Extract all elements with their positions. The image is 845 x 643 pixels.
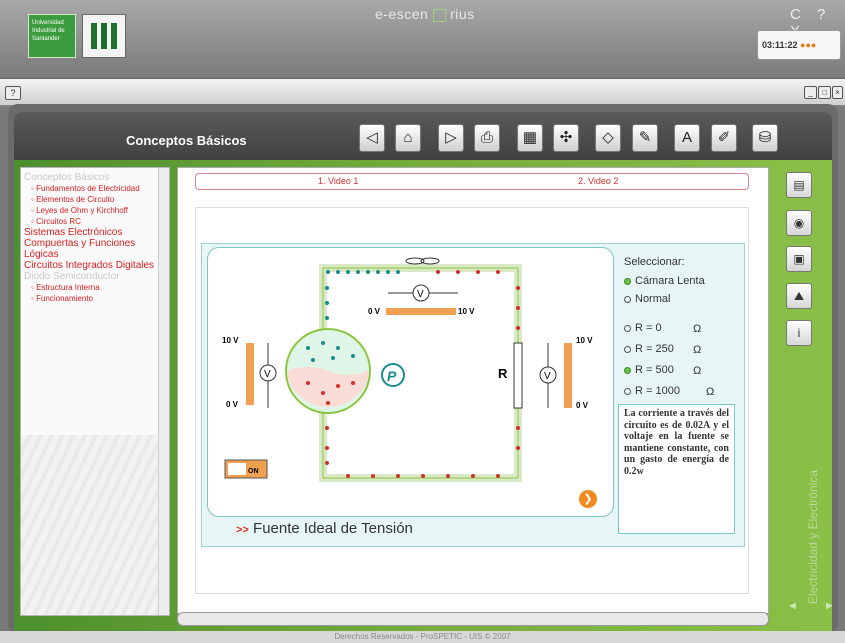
sidebar-item[interactable]: Compuertas y Funciones Lógicas (21, 238, 157, 260)
ohm-unit: Ω (706, 386, 715, 398)
description-box: La corriente a través del circuito es de… (618, 404, 735, 534)
home-icon[interactable]: ⌂ (395, 124, 421, 152)
svg-text:10 V: 10 V (576, 336, 593, 345)
speed-option-normal[interactable]: Normal (624, 293, 670, 305)
calculator-icon[interactable]: ▦ (517, 124, 543, 152)
sidebar-item[interactable]: ◦ Leyes de Ohm y Kirchhoff (21, 205, 157, 216)
sidebar-item[interactable]: Sistemas Electrónicos (21, 227, 157, 238)
save-icon[interactable]: ⛁ (752, 124, 778, 152)
pen-icon[interactable]: ✐ (711, 124, 737, 152)
radio-icon (624, 366, 631, 374)
ohm-unit: Ω (693, 344, 702, 356)
sidebar-item[interactable]: ◦ Elementos de Circuito (21, 194, 157, 205)
ohm-unit: Ω (693, 323, 702, 335)
video-tabs: 1. Video 1 2. Video 2 (195, 173, 749, 190)
page-title: Conceptos Básicos (126, 133, 247, 148)
sidebar-item[interactable]: ◦ Circuitos RC (21, 216, 157, 227)
r-option-0[interactable]: R = 0 (624, 322, 662, 334)
app-brand: e-escen (375, 6, 429, 22)
sidebar-scrollbar[interactable] (158, 168, 169, 615)
speed-option-slow[interactable]: Cámara Lenta (624, 275, 705, 287)
tab-video-2[interactable]: 2. Video 2 (578, 176, 618, 186)
back-icon[interactable]: ◁ (359, 124, 385, 152)
university-logo: Universidad Industrial de Santander (28, 14, 76, 58)
footer: Derechos Reservados - ProSPETIC - UIS © … (0, 631, 845, 643)
video-icon[interactable]: ▣ (786, 246, 812, 272)
next-arrow-icon[interactable]: ❯ (579, 490, 597, 508)
resistor-label: R (498, 366, 508, 381)
image-icon[interactable]: ⛰ (786, 283, 812, 309)
radio-icon (624, 295, 631, 303)
help-button[interactable]: ? (5, 86, 21, 100)
app-title: e-escen rius (375, 6, 475, 22)
select-label: Seleccionar: (624, 256, 685, 268)
svg-text:V: V (264, 369, 271, 380)
clock-widget: 03:11:22 ●●● (757, 30, 841, 60)
sidebar-item[interactable]: Diodo Semiconductor (21, 271, 157, 282)
text-icon[interactable]: A (674, 124, 700, 152)
page-arrows[interactable]: ◄► (787, 600, 845, 612)
radio-icon (624, 387, 631, 395)
bottom-scrollbar[interactable] (177, 612, 769, 626)
r-option-250[interactable]: R = 250 (624, 343, 674, 355)
eraser-icon[interactable]: ◇ (595, 124, 621, 152)
tab-video-1[interactable]: 1. Video 1 (318, 176, 358, 186)
r-option-1000[interactable]: R = 1000 (624, 385, 680, 397)
top-voltmeter-label: V (417, 289, 424, 300)
circuit-svg: V 0 V 10 V P V 10 V 0 V R V 10 V 0 V ON (222, 257, 593, 482)
ohm-unit: Ω (693, 365, 702, 377)
sidebar-item[interactable]: ◦ Funcionamiento (21, 293, 157, 304)
sidebar-item[interactable]: ◦ Fundamentos de Electricidad (21, 183, 157, 194)
tool-strip (0, 78, 845, 106)
maximize-icon[interactable]: □ (818, 86, 831, 99)
document-icon[interactable]: ▤ (786, 172, 812, 198)
radio-icon (624, 345, 631, 353)
uis-logo (82, 14, 126, 58)
network-icon[interactable]: ✣ (553, 124, 579, 152)
power-switch-label: ON (248, 468, 259, 475)
close-icon[interactable]: × (832, 86, 843, 99)
svg-text:V: V (544, 371, 551, 382)
svg-text:0 V: 0 V (576, 401, 589, 410)
app-brand-suffix: rius (450, 6, 475, 22)
minimize-icon[interactable]: _ (804, 86, 817, 99)
power-indicator: P (387, 368, 397, 384)
info-icon[interactable]: i (786, 320, 812, 346)
circuit-diagram: V 0 V 10 V P V 10 V 0 V R V 10 V 0 V ON (207, 247, 614, 517)
audio-icon[interactable]: ◉ (786, 210, 812, 236)
sidebar-item[interactable]: Circuitos Integrados Digitales (21, 260, 157, 271)
simulation-title: >> Fuente Ideal de Tensión (236, 520, 413, 537)
svg-text:0 V: 0 V (368, 307, 381, 316)
university-logo-text: Universidad Industrial de Santander (32, 20, 65, 42)
radio-icon (624, 277, 631, 285)
print-icon[interactable]: ⎙ (474, 124, 500, 152)
forward-icon[interactable]: ▷ (438, 124, 464, 152)
edit-icon[interactable]: ✎ (632, 124, 658, 152)
radio-icon (624, 324, 631, 332)
clock-time: 03:11:22 (762, 40, 798, 50)
r-option-500[interactable]: R = 500 (624, 364, 674, 376)
svg-text:0 V: 0 V (226, 400, 239, 409)
sidebar-item[interactable]: Conceptos Básicos (21, 172, 157, 183)
side-label: Electricidad y Electrónica (806, 470, 820, 605)
svg-text:10 V: 10 V (458, 307, 475, 316)
svg-text:10 V: 10 V (222, 336, 239, 345)
sidebar-item[interactable]: ◦ Estructura Interna (21, 282, 157, 293)
sidebar: Conceptos Básicos ◦ Fundamentos de Elect… (20, 167, 170, 616)
